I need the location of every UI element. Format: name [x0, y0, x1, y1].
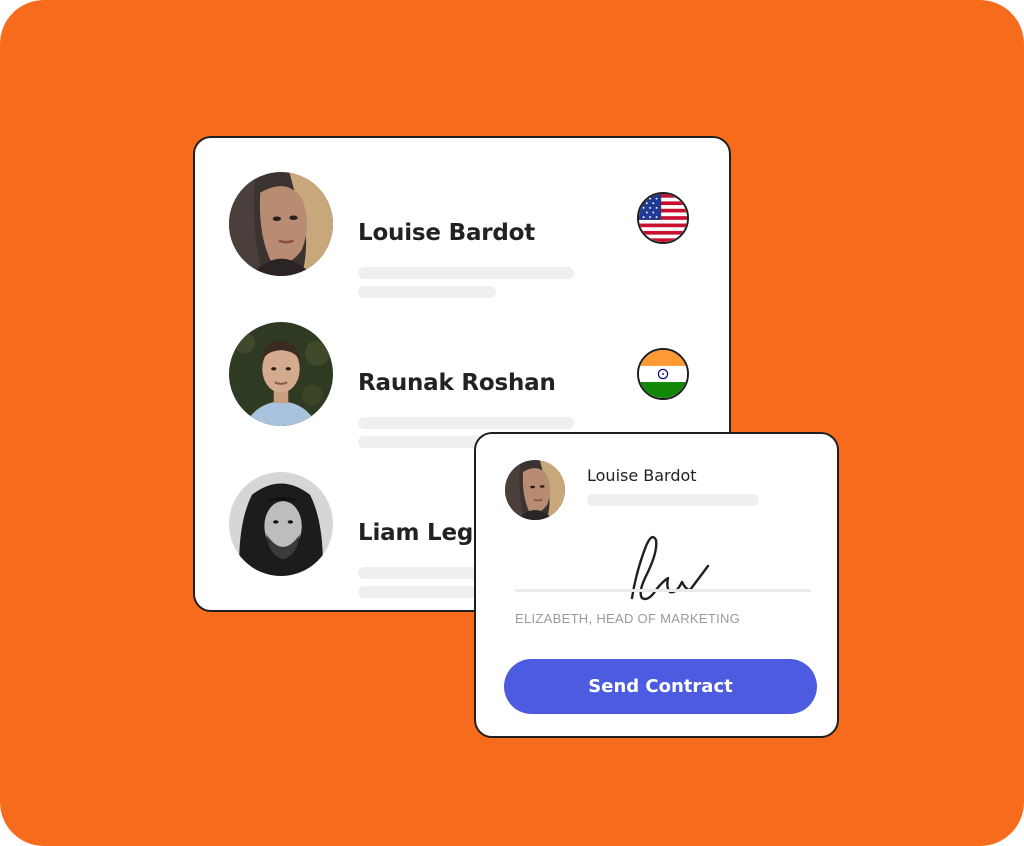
send-contract-button[interactable]: Send Contract	[504, 659, 817, 714]
placeholder-line	[358, 417, 574, 429]
placeholder-line	[587, 494, 759, 506]
contract-card: Louise Bardot ELIZABETH, HEAD OF MARKETI…	[474, 432, 839, 738]
person-name: Raunak Roshan	[358, 370, 556, 396]
list-item-raunak-roshan[interactable]: Raunak Roshan	[195, 322, 729, 448]
avatar	[229, 472, 333, 576]
avatar	[505, 460, 565, 520]
person-name: Louise Bardot	[358, 220, 536, 246]
signature-caption: ELIZABETH, HEAD OF MARKETING	[515, 611, 741, 626]
avatar	[229, 172, 333, 276]
avatar	[229, 322, 333, 426]
india-flag-icon	[637, 348, 689, 400]
signer-name: Louise Bardot	[587, 466, 697, 485]
signature-mark	[630, 535, 710, 601]
list-item-louise-bardot[interactable]: Louise Bardot	[195, 172, 729, 298]
signature-line	[515, 589, 811, 592]
united-states-flag-icon	[637, 192, 689, 244]
orange-background: Louise Bardot Raunak Roshan Liam Legr Lo…	[0, 0, 1024, 846]
placeholder-line	[358, 267, 574, 279]
placeholder-line	[358, 286, 496, 298]
person-name: Liam Legr	[358, 520, 485, 546]
